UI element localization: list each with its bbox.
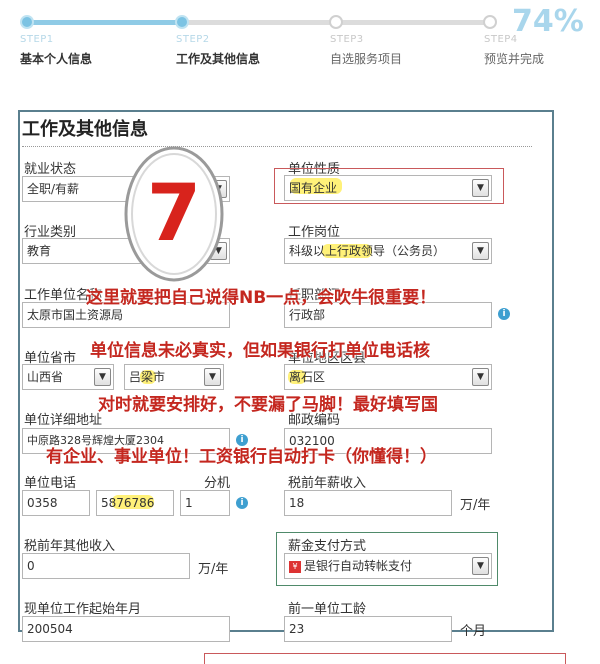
salary-payment-label: 薪金支付方式 (288, 539, 367, 554)
chevron-down-icon: ▼ (472, 179, 489, 197)
info-icon[interactable]: i (236, 497, 248, 509)
step4-dot (483, 15, 497, 29)
phone-ext-label: 分机 (204, 476, 231, 491)
job-position-select[interactable]: 科级以上行政领导（公务员） ▼ (284, 238, 492, 264)
chevron-down-icon: ▼ (472, 242, 489, 260)
unit-phone-label: 单位电话 (24, 476, 77, 491)
annual-salary-input[interactable]: 18 (284, 490, 452, 516)
section-divider (22, 146, 532, 147)
step4-label: 预览并完成 (484, 52, 545, 66)
phone-area-input[interactable]: 0358 (22, 490, 90, 516)
salary-payment-select[interactable]: ¥ 是银行自动转帐支付 ▼ (284, 553, 492, 579)
employment-status-value: 全职/有薪 (27, 182, 80, 196)
unit-province-value: 山西省 (27, 370, 64, 384)
prev-seniority-label: 前一单位工龄 (288, 602, 367, 617)
step2-dot (175, 15, 189, 29)
prev-seniority-unit: 个月 (460, 624, 487, 639)
unit-province-select[interactable]: 山西省 ▼ (22, 364, 114, 390)
other-income-input[interactable]: 0 (22, 553, 190, 579)
other-income-label: 税前年其他收入 (24, 539, 116, 554)
info-icon[interactable]: i (498, 308, 510, 320)
start-month-label: 现单位工作起始年月 (24, 602, 142, 617)
step2-label[interactable]: 工作及其他信息 (176, 50, 260, 67)
annotation-line-2: 单位信息未必真实，但如果银行打单位电话核 (90, 341, 430, 361)
section-title: 工作及其他信息 (22, 119, 148, 140)
progress-fill (26, 20, 186, 25)
annotation-line-4: 有企业、事业单位！工资银行自动打卡（你懂得！） (46, 447, 437, 467)
other-income-unit: 万/年 (198, 562, 229, 577)
unit-nature-select[interactable]: 国有企业 ▼ (284, 175, 492, 201)
annotation-line-1: 这里就要把自己说得NB一点，会吹牛很重要！ (86, 288, 437, 308)
step1-dot (20, 15, 34, 29)
step1-number: STEP1 (20, 34, 54, 45)
step3-label: 自选服务项目 (330, 52, 403, 66)
unit-district-select[interactable]: 离石区 ▼ (284, 364, 492, 390)
prev-seniority-input[interactable]: 23 (284, 616, 452, 642)
unit-nature-value: 国有企业 (289, 181, 338, 195)
annotation-line-3: 对时就要安排好，不要漏了马脚！最好填写国 (98, 395, 438, 415)
unit-city-select[interactable]: 吕梁市 ▼ (124, 364, 224, 390)
chevron-down-icon: ▼ (204, 368, 221, 386)
step2-number: STEP2 (176, 34, 210, 45)
progress-percent: 74% (512, 4, 584, 39)
annual-salary-label: 税前年薪收入 (288, 476, 367, 491)
step3-dot (329, 15, 343, 29)
unit-city-value: 吕梁市 (129, 370, 166, 384)
salary-payment-value: 是银行自动转帐支付 (304, 559, 413, 573)
chevron-down-icon: ▼ (472, 557, 489, 575)
badge-number: 7 (147, 169, 201, 259)
annual-salary-unit: 万/年 (460, 498, 491, 513)
step1-label[interactable]: 基本个人信息 (20, 50, 92, 67)
start-month-input[interactable]: 200504 (22, 616, 230, 642)
unit-address-label: 单位详细地址 (24, 413, 103, 428)
payment-icon: ¥ (289, 560, 301, 573)
industry-value: 教育 (27, 244, 52, 258)
step3-number: STEP3 (330, 34, 364, 45)
job-position-value: 科级以上行政领导（公务员） (289, 244, 446, 258)
chevron-down-icon: ▼ (472, 368, 489, 386)
chevron-down-icon: ▼ (94, 368, 111, 386)
employment-status-label: 就业状态 (24, 162, 77, 177)
unit-district-value: 离石区 (289, 370, 326, 384)
step-number-badge: 7 (124, 146, 224, 282)
phone-number-input[interactable]: 5876786 (96, 490, 174, 516)
phone-ext-input[interactable]: 1 (180, 490, 230, 516)
